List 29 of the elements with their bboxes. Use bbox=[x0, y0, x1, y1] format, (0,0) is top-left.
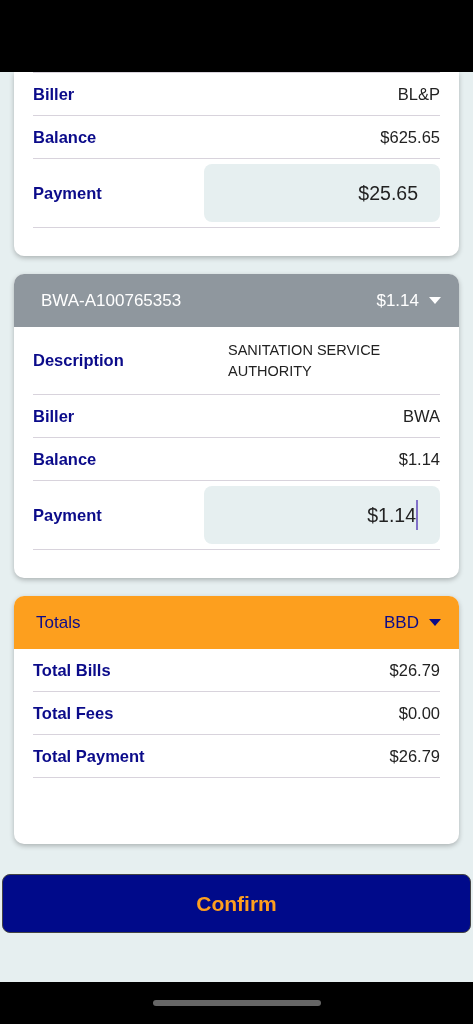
currency-selector: BBD bbox=[384, 612, 419, 633]
account-number: BWA-A100765353 bbox=[41, 290, 182, 311]
field-label: Description bbox=[33, 351, 124, 370]
field-value: $26.79 bbox=[389, 660, 440, 680]
dropdown-caret-icon bbox=[429, 619, 441, 626]
home-indicator[interactable] bbox=[152, 1000, 321, 1006]
field-label: Balance bbox=[33, 449, 97, 469]
payment-field[interactable]: $1.14 bbox=[204, 486, 440, 544]
field-label: Biller bbox=[33, 84, 75, 104]
field-label: Total Fees bbox=[33, 703, 114, 723]
field-value: $625.65 bbox=[380, 127, 440, 147]
field-label: Payment bbox=[33, 505, 102, 525]
field-value: SANITATION SERVICE AUTHORITY bbox=[228, 340, 382, 381]
field-label: Balance bbox=[33, 127, 97, 147]
totals-title: Totals bbox=[36, 612, 81, 633]
field-value: BWA bbox=[403, 406, 440, 426]
field-value: $26.79 bbox=[389, 746, 440, 766]
field-value: $0.00 bbox=[398, 703, 440, 723]
field-label: Total Bills bbox=[33, 660, 111, 680]
field-label: Biller bbox=[33, 406, 75, 426]
field-label: Total Payment bbox=[33, 746, 145, 766]
field-label: Payment bbox=[33, 183, 102, 203]
field-value: $1.14 bbox=[398, 449, 440, 469]
confirm-button[interactable]: Confirm bbox=[2, 874, 471, 933]
field-value: BL&P bbox=[397, 84, 440, 104]
bill-amount: $1.14 bbox=[376, 290, 419, 311]
dropdown-caret-icon bbox=[429, 297, 441, 304]
payment-field[interactable]: $25.65 bbox=[204, 164, 440, 222]
totals-header[interactable]: Totals BBD bbox=[14, 596, 459, 649]
